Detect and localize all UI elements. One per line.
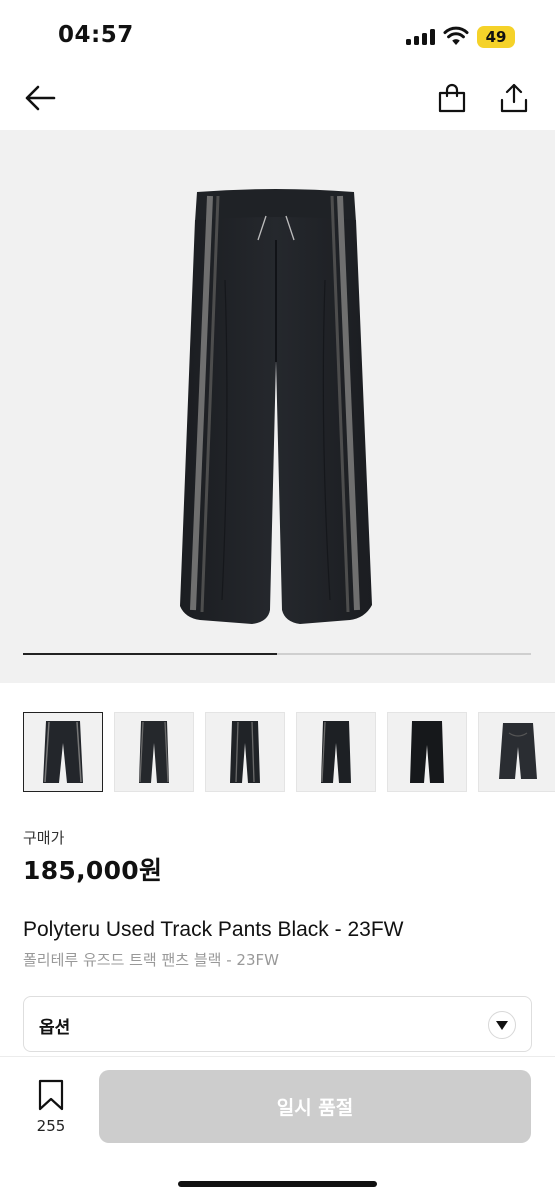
- share-icon: [500, 83, 528, 113]
- thumbnail-4[interactable]: [296, 712, 376, 792]
- product-image[interactable]: [0, 130, 555, 683]
- image-progress-bar: [23, 653, 531, 655]
- status-time: 04:57: [58, 22, 134, 48]
- price-label: 구매가: [23, 829, 65, 847]
- thumbnail-3[interactable]: [205, 712, 285, 792]
- option-label: 옵션: [39, 1018, 71, 1038]
- back-arrow-icon: [25, 85, 56, 111]
- thumbnail-5[interactable]: [387, 712, 467, 792]
- thumbnail-6[interactable]: [478, 712, 555, 792]
- image-progress-fill: [23, 653, 277, 655]
- wishlist-button[interactable]: 255: [30, 1079, 72, 1135]
- share-button[interactable]: [494, 78, 534, 118]
- battery-icon: 49: [477, 26, 515, 48]
- shopping-bag-icon: [438, 83, 466, 113]
- bookmark-icon: [38, 1079, 64, 1111]
- thumbnail-1[interactable]: [23, 712, 103, 792]
- option-select[interactable]: 옵션: [23, 996, 532, 1052]
- caret-down-icon: [488, 1011, 516, 1039]
- signal-icon: [406, 29, 436, 45]
- wishlist-count: 255: [36, 1117, 66, 1135]
- nav-bar: [0, 70, 555, 128]
- thumbnail-2[interactable]: [114, 712, 194, 792]
- wifi-icon: [443, 26, 469, 46]
- back-button[interactable]: [20, 78, 60, 118]
- product-title: Polyteru Used Track Pants Black - 23FW: [23, 918, 404, 941]
- thumbnail-strip[interactable]: [23, 712, 555, 792]
- track-pants-photo: [180, 189, 372, 624]
- sold-out-button[interactable]: 일시 품절: [99, 1070, 531, 1143]
- cart-button[interactable]: [432, 78, 472, 118]
- status-bar: 04:57 49: [0, 0, 555, 70]
- home-indicator: [178, 1181, 377, 1187]
- product-title-korean: 폴리테루 유즈드 트랙 팬츠 블랙 - 23FW: [23, 951, 279, 969]
- price-value: 185,000원: [23, 856, 163, 885]
- bottom-action-bar: 255 일시 품절: [0, 1056, 555, 1200]
